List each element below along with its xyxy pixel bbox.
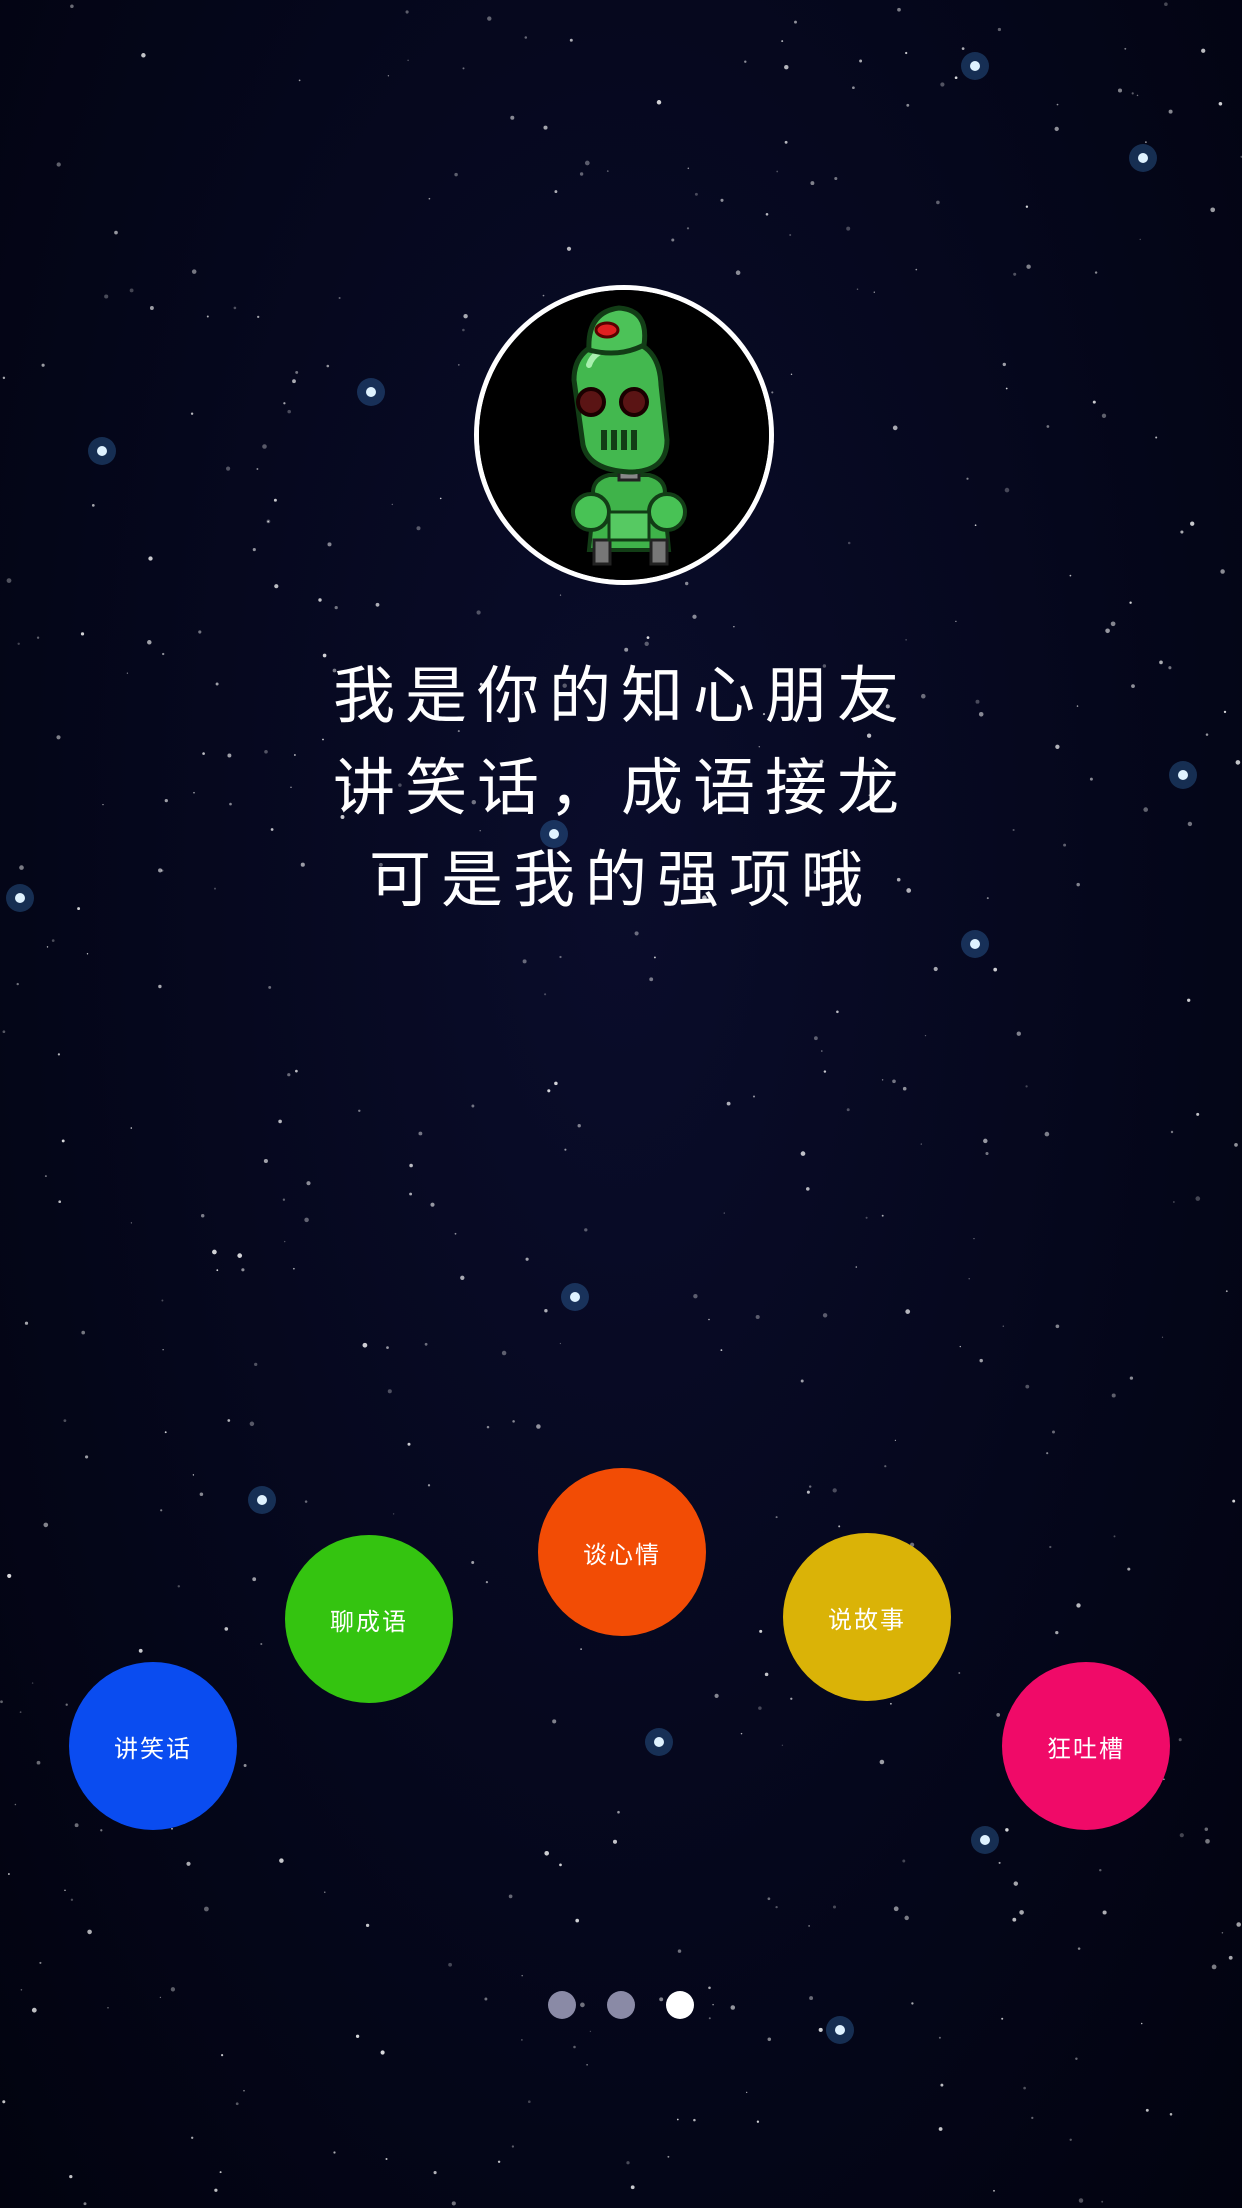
feature-button-label: 狂吐槽: [1047, 1734, 1125, 1763]
feature-button-label: 讲笑话: [114, 1734, 192, 1763]
feature-button-label: 谈心情: [583, 1540, 661, 1569]
page-dot-1[interactable]: [548, 1991, 576, 2019]
guide-screen: 我是你的知心朋友 讲笑话，成语接龙 可是我的强项哦 讲笑话 聊成语 谈心情 说故…: [0, 0, 1242, 2208]
feature-button-label: 聊成语: [330, 1607, 408, 1636]
robot-avatar: [474, 285, 774, 585]
page-dot-3[interactable]: [666, 1991, 694, 2019]
intro-line-2: 讲笑话，成语接龙: [332, 751, 909, 824]
feature-button-jokes[interactable]: 讲笑话: [69, 1662, 237, 1830]
page-indicator: [548, 1991, 698, 2021]
intro-text: 我是你的知心朋友 讲笑话，成语接龙 可是我的强项哦: [171, 650, 1071, 926]
feature-button-idioms[interactable]: 聊成语: [285, 1535, 453, 1703]
robot-icon: [479, 290, 769, 580]
intro-line-3: 可是我的强项哦: [368, 843, 873, 916]
page-dot-2[interactable]: [607, 1991, 635, 2019]
feature-button-stories[interactable]: 说故事: [783, 1533, 951, 1701]
feature-button-rant[interactable]: 狂吐槽: [1002, 1662, 1170, 1830]
feature-button-label: 说故事: [828, 1605, 906, 1634]
feature-button-mood[interactable]: 谈心情: [538, 1468, 706, 1636]
intro-line-1: 我是你的知心朋友: [332, 659, 909, 732]
